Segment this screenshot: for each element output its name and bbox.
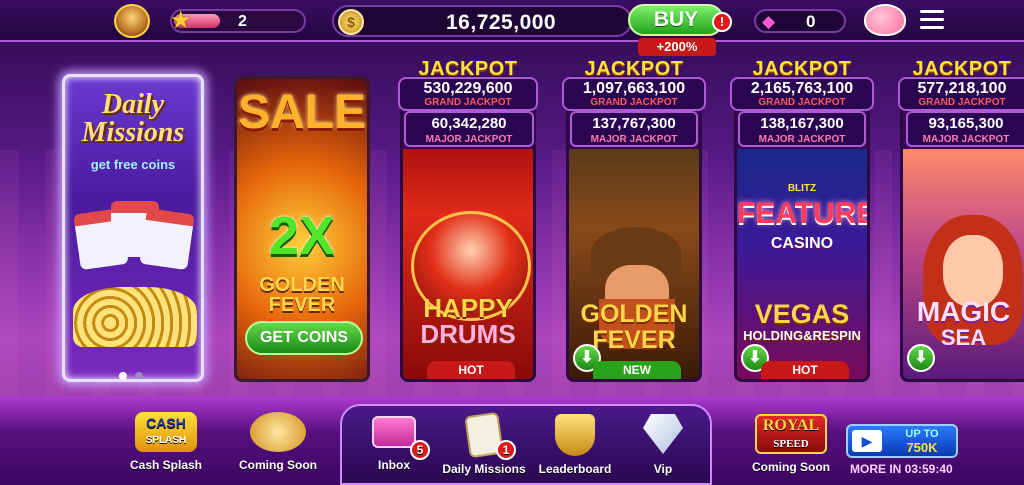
top-bar: ★ 2 $ 16,725,000 BUY ! ◆ 0 — [0, 0, 1024, 42]
game-title: VEGAS HOLDING&RESPIN — [743, 299, 861, 344]
level-progress[interactable]: ★ 2 — [170, 7, 306, 34]
grand-jackpot-value: 577,218,100 — [917, 80, 1007, 97]
major-jackpot-value: 137,767,300 — [592, 115, 676, 132]
major-jackpot-box: 60,342,280 MAJOR JACKPOT — [404, 111, 534, 147]
star-icon: ★ — [170, 7, 192, 34]
vip-label: Vip — [653, 462, 673, 476]
grand-jackpot-box: 1,097,663,100 GRAND JACKPOT — [562, 77, 706, 111]
grand-jackpot-box: 2,165,763,100 GRAND JACKPOT — [730, 77, 874, 111]
major-jackpot-box: 138,167,300 MAJOR JACKPOT — [738, 111, 866, 147]
page-indicator — [119, 367, 159, 379]
diamond-icon — [643, 414, 683, 454]
gold-coins-icon — [73, 287, 197, 347]
trophy-icon — [555, 414, 595, 456]
grand-jackpot-label: GRAND JACKPOT — [590, 97, 678, 108]
royal-speed-button[interactable]: ROYAL SPEED Coming Soon — [746, 414, 836, 474]
level-number: 2 — [238, 13, 247, 30]
coming-soon-button[interactable]: Coming Soon — [232, 412, 324, 472]
major-jackpot-value: 60,342,280 — [431, 115, 507, 132]
video-promo-button[interactable]: ▶ UP TO 750K — [846, 424, 958, 458]
menu-icon[interactable] — [920, 10, 944, 30]
major-jackpot-box: 93,165,300 MAJOR JACKPOT — [906, 111, 1024, 147]
sale-multiplier: 2X — [268, 206, 336, 266]
piggy-bank-icon[interactable] — [864, 4, 906, 36]
leaderboard-label: Leaderboard — [538, 462, 612, 476]
map-icon — [250, 412, 306, 452]
royal-speed-logo: ROYAL SPEED — [755, 414, 827, 454]
promo-amount: 750K — [906, 440, 938, 455]
sale-title: SALE — [237, 86, 366, 139]
coin-amount: 16,725,000 — [446, 11, 557, 34]
gem-amount: 0 — [806, 12, 816, 31]
coin-balance: $ 16,725,000 — [332, 5, 632, 37]
coin-icon: $ — [338, 9, 364, 35]
vip-button[interactable]: Vip — [632, 414, 694, 476]
hot-tag: HOT — [761, 361, 849, 379]
grand-jackpot-label: GRAND JACKPOT — [758, 97, 846, 108]
inbox-button[interactable]: Inbox 5 — [358, 414, 430, 472]
major-jackpot-value: 138,167,300 — [760, 115, 844, 132]
page-dot-active — [119, 372, 127, 379]
get-coins-button[interactable]: GET COINS — [245, 321, 363, 355]
inbox-badge: 5 — [410, 440, 430, 460]
major-jackpot-label: MAJOR JACKPOT — [758, 134, 846, 145]
promo-upto: UP TO — [905, 428, 939, 440]
grand-jackpot-value: 2,165,763,100 — [750, 80, 854, 97]
feature-casino-logo: FEATURE CASINO — [737, 197, 870, 253]
royal-speed-label: Coming Soon — [752, 460, 830, 474]
inbox-label: Inbox — [378, 458, 410, 472]
gem-icon: ◆ — [762, 12, 776, 31]
daily-missions-card[interactable]: Daily Missions get free coins — [62, 74, 204, 382]
coming-soon-label: Coming Soon — [239, 458, 317, 472]
grand-jackpot-box: 530,229,600 GRAND JACKPOT — [398, 77, 538, 111]
sale-game-name: GOLDEN FEVER — [259, 274, 345, 316]
download-icon[interactable]: ⬇ — [907, 344, 935, 372]
major-jackpot-label: MAJOR JACKPOT — [922, 134, 1010, 145]
buy-bonus-badge: +200% — [638, 38, 716, 56]
major-jackpot-value: 93,165,300 — [928, 115, 1004, 132]
daily-missions-button[interactable]: Daily Missions 1 — [438, 411, 530, 476]
cash-splash-logo: CASH SPLASH — [135, 412, 197, 452]
daily-missions-title: Daily Missions — [81, 89, 185, 148]
hot-tag: HOT — [427, 361, 515, 379]
leaderboard-button[interactable]: Leaderboard — [532, 414, 618, 476]
major-jackpot-box: 137,767,300 MAJOR JACKPOT — [570, 111, 698, 147]
envelope-icon — [372, 416, 416, 448]
daily-missions-badge: 1 — [496, 440, 516, 460]
grand-jackpot-label: GRAND JACKPOT — [424, 97, 512, 108]
daily-missions-subtitle: get free coins — [90, 157, 176, 172]
grand-jackpot-value: 1,097,663,100 — [582, 80, 686, 97]
new-tag: NEW — [593, 361, 681, 379]
major-jackpot-label: MAJOR JACKPOT — [590, 134, 678, 145]
calendar-icon — [73, 197, 195, 277]
cash-splash-button[interactable]: CASH SPLASH Cash Splash — [124, 412, 208, 472]
grand-jackpot-box: 577,218,100 GRAND JACKPOT — [898, 77, 1024, 111]
jackpot-label: JACKPOT — [752, 58, 852, 80]
buy-alert-badge: ! — [712, 12, 732, 32]
jackpot-label: JACKPOT — [912, 58, 1012, 80]
player-avatar[interactable] — [114, 4, 150, 38]
buy-button[interactable]: BUY — [628, 4, 724, 36]
promo-timer: MORE IN 03:59:40 — [850, 462, 953, 476]
jackpot-label: JACKPOT — [584, 58, 684, 80]
play-icon: ▶ — [852, 430, 882, 452]
gem-balance[interactable]: ◆ 0 — [754, 9, 846, 33]
cash-splash-label: Cash Splash — [129, 458, 203, 472]
game-title: HAPPY DRUMS — [420, 293, 516, 349]
grand-jackpot-value: 530,229,600 — [423, 80, 513, 97]
page-dot — [135, 372, 143, 379]
jackpot-label: JACKPOT — [418, 58, 518, 80]
daily-missions-label: Daily Missions — [442, 462, 526, 476]
blitz-badge: BLITZ — [787, 183, 817, 194]
sale-card[interactable]: SALE 2X GOLDEN FEVER GET COINS — [234, 76, 370, 382]
major-jackpot-label: MAJOR JACKPOT — [425, 134, 513, 145]
grand-jackpot-label: GRAND JACKPOT — [918, 97, 1006, 108]
